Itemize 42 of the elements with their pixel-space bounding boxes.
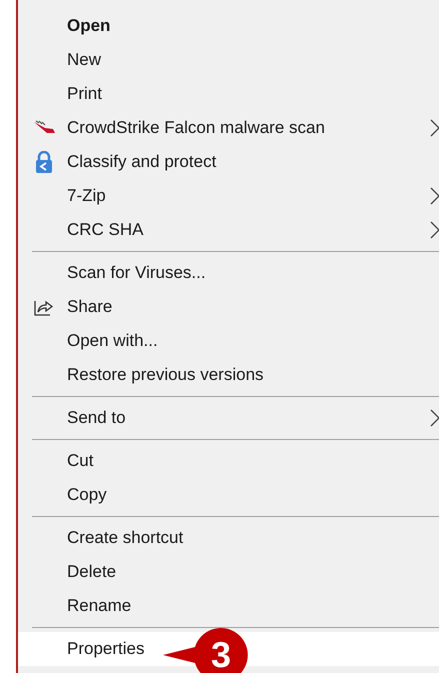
menu-item[interactable]: Create shortcut: [18, 521, 439, 555]
menu-item[interactable]: Scan for Viruses...: [18, 256, 439, 290]
menu-item[interactable]: CRC SHA: [18, 213, 439, 247]
menu-item-label: Properties: [67, 638, 144, 660]
menu-item[interactable]: Open with...: [18, 324, 439, 358]
lock-icon: [34, 151, 52, 173]
menu-item[interactable]: Delete: [18, 555, 439, 589]
menu-item-label: Open: [67, 15, 110, 38]
menu-item-label: CrowdStrike Falcon malware scan: [67, 117, 325, 140]
menu-item[interactable]: CrowdStrike Falcon malware scan: [18, 111, 439, 145]
chevron-right-icon: [430, 119, 439, 137]
menu-item[interactable]: Rename: [18, 589, 439, 623]
menu-item-label: Scan for Viruses...: [67, 262, 206, 284]
chevron-right-icon: [430, 409, 439, 427]
menu-item[interactable]: Print: [18, 77, 439, 111]
menu-item-label: Classify and protect: [67, 151, 216, 174]
menu-item-label: Delete: [67, 561, 116, 584]
menu-item[interactable]: Send to: [18, 401, 439, 435]
menu-item-label: Open with...: [67, 330, 158, 352]
bird-icon: [32, 120, 54, 136]
menu-item-label: New: [67, 49, 102, 72]
menu-item[interactable]: Restore previous versions: [18, 358, 439, 392]
menu-item[interactable]: Cut: [18, 444, 439, 478]
menu-item-label: Print: [67, 83, 102, 106]
menu-item-label: CRC SHA: [67, 219, 144, 242]
share-icon: [34, 298, 54, 316]
menu-item-label: Share: [67, 296, 112, 318]
menu-item-label: 7-Zip: [67, 185, 106, 208]
chevron-right-icon: [430, 187, 439, 205]
menu-item[interactable]: Share: [18, 290, 439, 324]
menu-item[interactable]: Copy: [18, 478, 439, 512]
menu-item-label: Create shortcut: [67, 527, 184, 550]
menu-item[interactable]: New: [18, 43, 439, 77]
menu-item-label: Send to: [67, 407, 126, 430]
chevron-right-icon: [430, 221, 439, 239]
menu-item-label: Rename: [67, 595, 132, 618]
menu-item-label: Copy: [67, 484, 107, 506]
menu-item[interactable]: 7-Zip: [18, 179, 439, 213]
menu-item[interactable]: Classify and protect: [18, 145, 439, 179]
menu-item-label: Cut: [67, 450, 94, 472]
menu-item[interactable]: Open: [18, 9, 439, 43]
menu-item-label: Restore previous versions: [67, 364, 264, 386]
